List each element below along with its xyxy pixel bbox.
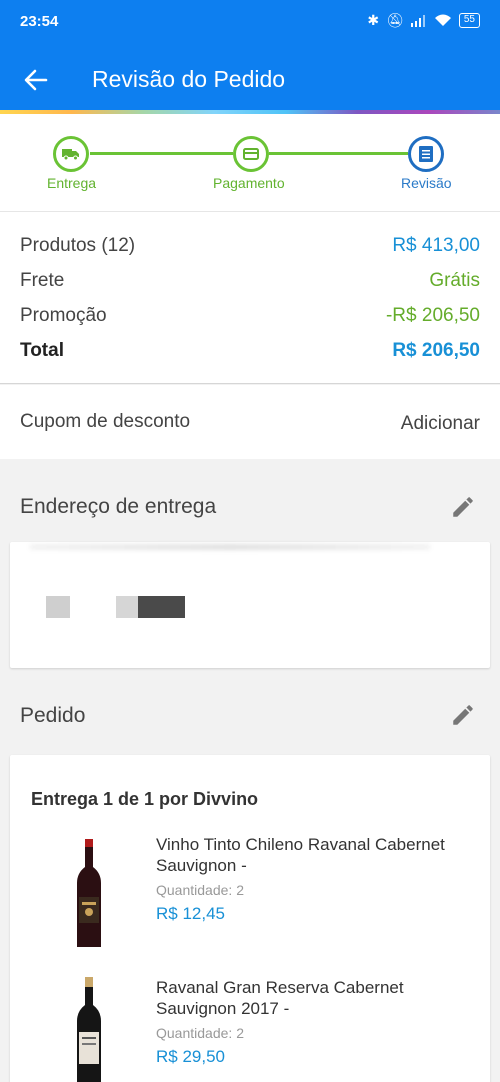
delivery-title: Entrega 1 de 1 por Divvino xyxy=(31,789,259,809)
address-redacted-line xyxy=(30,544,430,550)
status-bar: 23:54 ✱ 🔕︎ 55 xyxy=(0,0,500,44)
quantity-label: Quantidade: xyxy=(156,1025,233,1041)
total-label: Total xyxy=(20,340,64,361)
quantity-label: Quantidade: xyxy=(156,882,233,898)
step-label-entrega: Entrega xyxy=(47,175,97,191)
order-card: Entrega 1 de 1 por Divvino Vinho Tinto C… xyxy=(10,755,490,1082)
order-item[interactable]: Ravanal Gran Reserva Cabernet Sauvignon … xyxy=(10,977,490,1082)
item-quantity-row: Quantidade: 2 xyxy=(156,882,244,898)
step-pagamento[interactable] xyxy=(233,136,269,172)
wine-bottle-image xyxy=(77,839,101,947)
list-icon xyxy=(419,146,433,162)
coupon-label: Cupom de desconto xyxy=(20,411,191,432)
promo-value: -R$ 206,50 xyxy=(385,305,480,326)
wifi-icon xyxy=(434,14,451,26)
app-bar: 23:54 ✱ 🔕︎ 55 Revisão do Pedido xyxy=(0,0,500,110)
item-price: R$ 29,50 xyxy=(156,1047,225,1066)
item-name: Ravanal Gran Reserva Cabernet Sauvignon … xyxy=(156,978,404,1018)
step-revisao[interactable] xyxy=(408,136,444,172)
status-icons: ✱ 🔕︎ 55 xyxy=(367,12,480,29)
address-section-title: Endereço de entrega xyxy=(20,495,217,518)
credit-card-icon xyxy=(243,148,259,160)
signal-icon xyxy=(410,14,425,27)
status-time: 23:54 xyxy=(20,13,59,30)
order-summary: Produtos (12) R$ 413,00 Frete Grátis Pro… xyxy=(0,212,500,384)
summary-promo-row: Promoção -R$ 206,50 xyxy=(20,303,480,329)
summary-shipping-row: Frete Grátis xyxy=(20,268,480,294)
step-label-revisao: Revisão xyxy=(401,175,452,191)
edit-order-pencil-icon[interactable] xyxy=(450,702,476,728)
address-redacted-block xyxy=(138,596,185,618)
address-redacted-block xyxy=(46,596,70,618)
products-label: Produtos (12) xyxy=(20,235,136,256)
item-price: R$ 12,45 xyxy=(156,904,225,923)
truck-icon xyxy=(62,149,79,161)
step-connector xyxy=(269,152,408,155)
order-item[interactable]: Vinho Tinto Chileno Ravanal Cabernet Sau… xyxy=(10,834,490,964)
add-coupon-button[interactable]: Adicionar xyxy=(401,413,480,435)
products-value: R$ 413,00 xyxy=(392,235,480,256)
mute-icon: 🔕︎ xyxy=(386,12,404,28)
bluetooth-icon: ✱ xyxy=(367,12,380,28)
shipping-label: Frete xyxy=(20,270,65,291)
shipping-value: Grátis xyxy=(429,270,480,291)
summary-products-row: Produtos (12) R$ 413,00 xyxy=(20,233,480,259)
battery-icon: 55 xyxy=(458,13,480,28)
step-connector xyxy=(90,152,233,155)
quantity-value: 2 xyxy=(236,882,244,898)
step-label-pagamento: Pagamento xyxy=(213,175,285,191)
promo-label: Promoção xyxy=(20,305,107,326)
address-redacted-block xyxy=(116,596,140,618)
item-name: Vinho Tinto Chileno Ravanal Cabernet Sau… xyxy=(156,835,445,875)
checkout-stepper: Entrega Pagamento Revisão xyxy=(0,114,500,212)
summary-total-row: Total R$ 206,50 xyxy=(20,338,480,364)
edit-address-pencil-icon[interactable] xyxy=(450,494,476,520)
step-entrega[interactable] xyxy=(53,136,89,172)
total-value: R$ 206,50 xyxy=(392,340,480,361)
wine-bottle-image xyxy=(77,977,101,1082)
page-title: Revisão do Pedido xyxy=(92,66,286,92)
back-arrow-icon[interactable] xyxy=(22,66,50,94)
coupon-row[interactable]: Cupom de desconto Adicionar xyxy=(0,385,500,459)
address-card[interactable] xyxy=(10,542,490,668)
quantity-value: 2 xyxy=(236,1025,244,1041)
order-section-title: Pedido xyxy=(20,704,86,727)
item-quantity-row: Quantidade: 2 xyxy=(156,1025,244,1041)
